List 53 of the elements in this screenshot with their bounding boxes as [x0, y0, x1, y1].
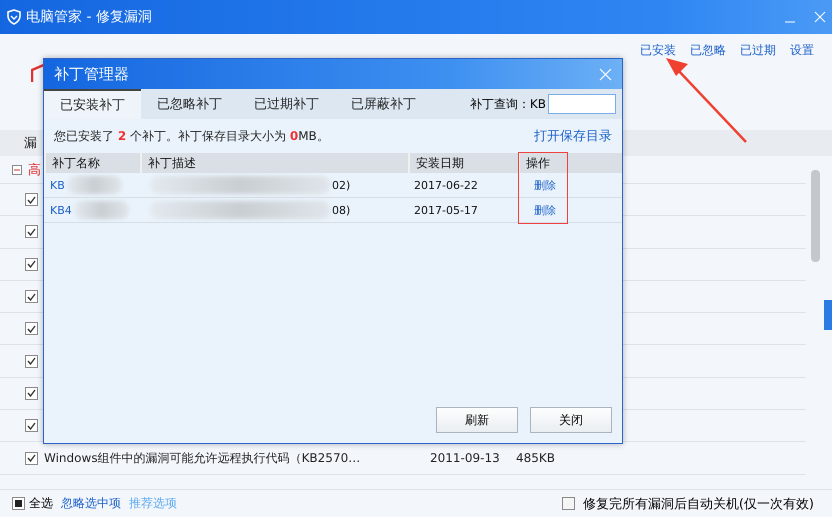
checkbox[interactable] — [25, 386, 38, 400]
nav-link[interactable]: 已过期 — [740, 42, 776, 130]
select-all-label: 全选 — [29, 495, 53, 512]
column-header: 安装日期 — [408, 153, 518, 173]
highlight-frame — [518, 152, 568, 224]
vulnerability-title: Windows组件中的漏洞可能允许远程执行代码（KB2570… — [44, 450, 362, 467]
date-cell-text: 2011-09-13 — [430, 451, 501, 466]
close-icon[interactable] — [814, 11, 826, 23]
checkbox[interactable] — [25, 258, 38, 271]
install-date: 2017-06-22 — [413, 178, 479, 192]
checkbox[interactable] — [562, 497, 575, 510]
nav-link[interactable]: 设置 — [790, 42, 814, 130]
footer-link[interactable]: 忽略选中项 — [61, 495, 121, 512]
scrollbar-thumb[interactable] — [811, 170, 820, 262]
search-label: 补丁查询：KB — [470, 96, 546, 112]
checkbox[interactable] — [25, 452, 38, 465]
size-cell: 485KB — [516, 451, 556, 466]
search-field[interactable] — [548, 94, 616, 114]
checkbox[interactable] — [25, 290, 38, 304]
patch-description: 02) — [140, 176, 408, 194]
tab[interactable]: 已忽略补丁 — [141, 89, 238, 119]
install-date: 2017-05-17 — [413, 204, 479, 216]
tab[interactable]: 已安装补丁 — [44, 89, 141, 119]
delete-link[interactable]: 删除 — [518, 202, 588, 218]
window-title: 电脑管家 - 修复漏洞 — [26, 8, 153, 26]
checkbox[interactable] — [25, 225, 38, 238]
tab[interactable]: 已屏蔽补丁 — [335, 89, 432, 119]
blurred-region — [74, 201, 129, 219]
tab[interactable]: 已过期补丁 — [238, 89, 335, 119]
header-text: 漏 — [24, 135, 37, 152]
delete-link[interactable]: 删除 — [518, 178, 588, 192]
group-label: 高 — [28, 162, 41, 178]
column-header: 补丁描述 — [140, 153, 408, 173]
open-folder-link[interactable]: 打开保存目录 — [534, 127, 612, 145]
checkbox[interactable] — [25, 419, 38, 432]
nav-link[interactable]: 已忽略 — [690, 42, 726, 130]
checkbox[interactable] — [25, 322, 38, 336]
patch-description: 08) — [140, 201, 408, 219]
dialog-title: 补丁管理器 — [54, 64, 129, 84]
patch-name[interactable]: KB4 — [44, 201, 140, 219]
collapse-icon[interactable] — [12, 164, 22, 174]
blurred-region — [66, 176, 122, 194]
nav-link[interactable]: 已安装 — [640, 42, 676, 130]
select-all-checkbox[interactable] — [12, 497, 25, 510]
dialog-button[interactable]: 关闭 — [530, 407, 612, 433]
dialog-button[interactable]: 刷新 — [436, 407, 518, 433]
auto-shutdown-label: 修复完所有漏洞后自动关机(仅一次有效) — [582, 496, 814, 512]
column-header: 补丁名称 — [44, 153, 140, 173]
checkbox[interactable] — [25, 193, 38, 206]
summary-text: 您已安装了 2 个补丁。补丁保存目录大小为 0MB。 — [54, 128, 329, 144]
shield-icon — [6, 9, 22, 25]
patch-name[interactable]: KB — [44, 176, 140, 194]
checkbox[interactable] — [25, 354, 38, 368]
